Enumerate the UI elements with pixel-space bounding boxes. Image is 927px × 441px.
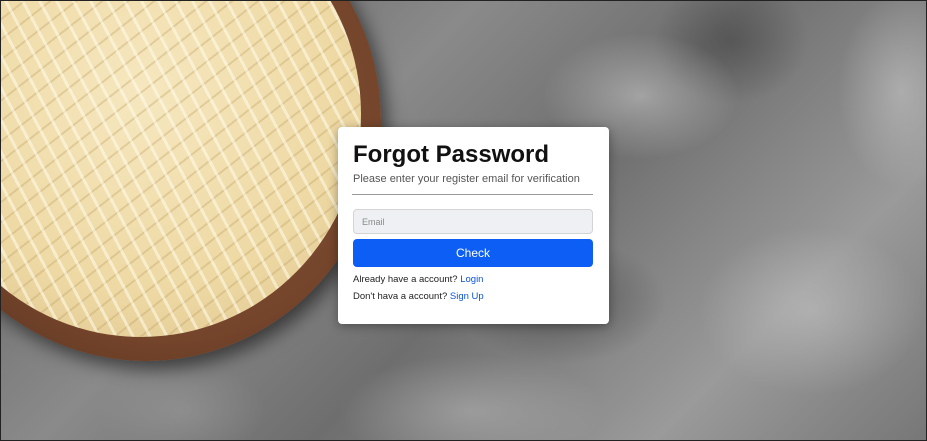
login-prompt-line: Already have a account? Login <box>353 274 593 286</box>
login-prompt-text: Already have a account? <box>353 274 458 285</box>
page-frame: Forgot Password Please enter your regist… <box>0 0 927 441</box>
page-subtitle: Please enter your register email for ver… <box>353 173 580 185</box>
divider <box>352 194 593 195</box>
rice-image <box>1 1 361 337</box>
signup-prompt-line: Don't hava a account? Sign Up <box>353 291 593 303</box>
signup-prompt-text: Don't hava a account? <box>353 291 448 302</box>
check-button[interactable]: Check <box>353 239 593 267</box>
forgot-password-card: Forgot Password Please enter your regist… <box>338 127 609 324</box>
signup-link[interactable]: Sign Up <box>450 291 484 302</box>
rice-bowl-image <box>1 1 381 361</box>
email-field[interactable] <box>353 209 593 234</box>
login-link[interactable]: Login <box>460 274 483 285</box>
page-title: Forgot Password <box>353 141 550 168</box>
